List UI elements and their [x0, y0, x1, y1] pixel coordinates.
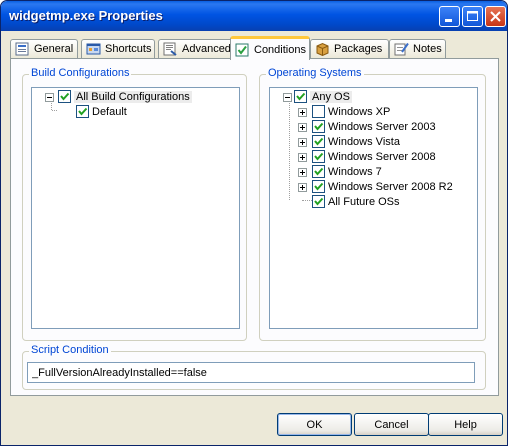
- advanced-icon: [163, 42, 177, 56]
- build-configurations-tree[interactable]: All Build Configurations Default: [31, 87, 240, 329]
- checkbox[interactable]: [76, 105, 89, 118]
- node-label: All Build Configurations: [74, 90, 192, 103]
- tree-node-all-build-configurations[interactable]: All Build Configurations: [58, 89, 192, 104]
- title-bar[interactable]: widgetmp.exe Properties: [1, 1, 507, 31]
- window-title: widgetmp.exe Properties: [9, 8, 163, 23]
- tree-node-windows-server-2003[interactable]: Windows Server 2003: [312, 119, 436, 134]
- plus-icon: [300, 185, 305, 190]
- checkbox[interactable]: [312, 120, 325, 133]
- cancel-button[interactable]: Cancel: [354, 413, 429, 436]
- collapse-toggle[interactable]: [45, 93, 54, 102]
- expand-toggle[interactable]: [298, 183, 307, 192]
- node-label: Windows Vista: [328, 135, 400, 148]
- expand-toggle[interactable]: [298, 153, 307, 162]
- check-icon: [60, 92, 70, 101]
- node-label: Windows Server 2008 R2: [328, 180, 453, 193]
- node-label: Default: [92, 105, 127, 118]
- notes-icon: [394, 42, 409, 56]
- tree-node-default[interactable]: Default: [76, 104, 127, 119]
- shortcuts-icon: [86, 43, 101, 55]
- plus-icon: [300, 125, 305, 130]
- tab-label: General: [34, 43, 74, 55]
- node-label: Any OS: [310, 90, 352, 103]
- check-icon: [314, 152, 324, 161]
- ok-button[interactable]: OK: [277, 413, 352, 436]
- tree-node-windows-xp[interactable]: Windows XP: [312, 104, 390, 119]
- plus-icon: [300, 170, 305, 175]
- tab-label: Packages: [334, 43, 383, 55]
- group-label: Script Condition: [29, 344, 111, 356]
- operating-systems-tree[interactable]: Any OS Windows XP Windows Server 2003 Wi…: [269, 87, 478, 329]
- tree-node-windows-server-2008[interactable]: Windows Server 2008: [312, 149, 436, 164]
- group-label: Build Configurations: [29, 67, 132, 79]
- expand-toggle[interactable]: [298, 108, 307, 117]
- plus-icon: [300, 140, 305, 145]
- expand-toggle[interactable]: [298, 168, 307, 177]
- tab-packages[interactable]: Packages: [310, 39, 389, 58]
- check-icon: [314, 137, 324, 146]
- help-button[interactable]: Help: [428, 413, 503, 436]
- tab-advanced[interactable]: Advanced: [158, 39, 237, 58]
- tab-shortcuts[interactable]: Shortcuts: [81, 39, 155, 58]
- tree-node-all-future-oss[interactable]: All Future OSs: [312, 194, 400, 209]
- checkbox[interactable]: [312, 165, 325, 178]
- tree-node-any-os[interactable]: Any OS: [294, 89, 352, 104]
- minimize-button[interactable]: [439, 6, 460, 27]
- check-icon: [314, 167, 324, 176]
- general-icon: [15, 42, 29, 56]
- minus-icon: [285, 97, 290, 98]
- check-icon: [314, 182, 324, 191]
- tab-label: Advanced: [182, 43, 231, 55]
- node-label: All Future OSs: [328, 195, 400, 208]
- plus-icon: [300, 110, 305, 115]
- check-icon: [314, 122, 324, 131]
- tab-label: Shortcuts: [105, 43, 152, 55]
- packages-icon: [316, 42, 329, 56]
- node-label: Windows XP: [328, 105, 391, 118]
- maximize-button[interactable]: [462, 6, 483, 27]
- checkbox[interactable]: [294, 90, 307, 103]
- expand-toggle[interactable]: [298, 123, 307, 132]
- tab-conditions[interactable]: Conditions: [230, 36, 310, 60]
- check-icon: [314, 197, 324, 206]
- checkbox[interactable]: [312, 150, 325, 163]
- properties-dialog: widgetmp.exe Properties General Shortcut…: [0, 0, 508, 446]
- minimize-icon: [445, 19, 452, 22]
- node-label: Windows Server 2008: [328, 150, 436, 163]
- tab-notes[interactable]: Notes: [389, 39, 446, 58]
- script-condition-input[interactable]: [27, 362, 475, 383]
- node-label: Windows Server 2003: [328, 120, 436, 133]
- conditions-icon: [235, 43, 249, 56]
- check-icon: [78, 107, 88, 116]
- tree-node-windows-vista[interactable]: Windows Vista: [312, 134, 400, 149]
- checkbox[interactable]: [312, 180, 325, 193]
- maximize-icon: [467, 11, 478, 21]
- close-icon: [490, 11, 501, 22]
- checkbox[interactable]: [312, 105, 325, 118]
- tab-label: Conditions: [254, 43, 306, 56]
- close-button[interactable]: [485, 6, 506, 27]
- tab-label: Notes: [413, 43, 442, 55]
- expand-toggle[interactable]: [298, 138, 307, 147]
- group-label: Operating Systems: [266, 67, 364, 79]
- node-label: Windows 7: [328, 165, 382, 178]
- tab-general[interactable]: General: [10, 39, 78, 58]
- plus-icon: [300, 155, 305, 160]
- check-icon: [296, 92, 306, 101]
- checkbox[interactable]: [58, 90, 71, 103]
- collapse-toggle[interactable]: [283, 93, 292, 102]
- checkbox[interactable]: [312, 195, 325, 208]
- tree-node-windows-server-2008-r2[interactable]: Windows Server 2008 R2: [312, 179, 453, 194]
- checkbox[interactable]: [312, 135, 325, 148]
- minus-icon: [47, 97, 52, 98]
- tree-node-windows-7[interactable]: Windows 7: [312, 164, 382, 179]
